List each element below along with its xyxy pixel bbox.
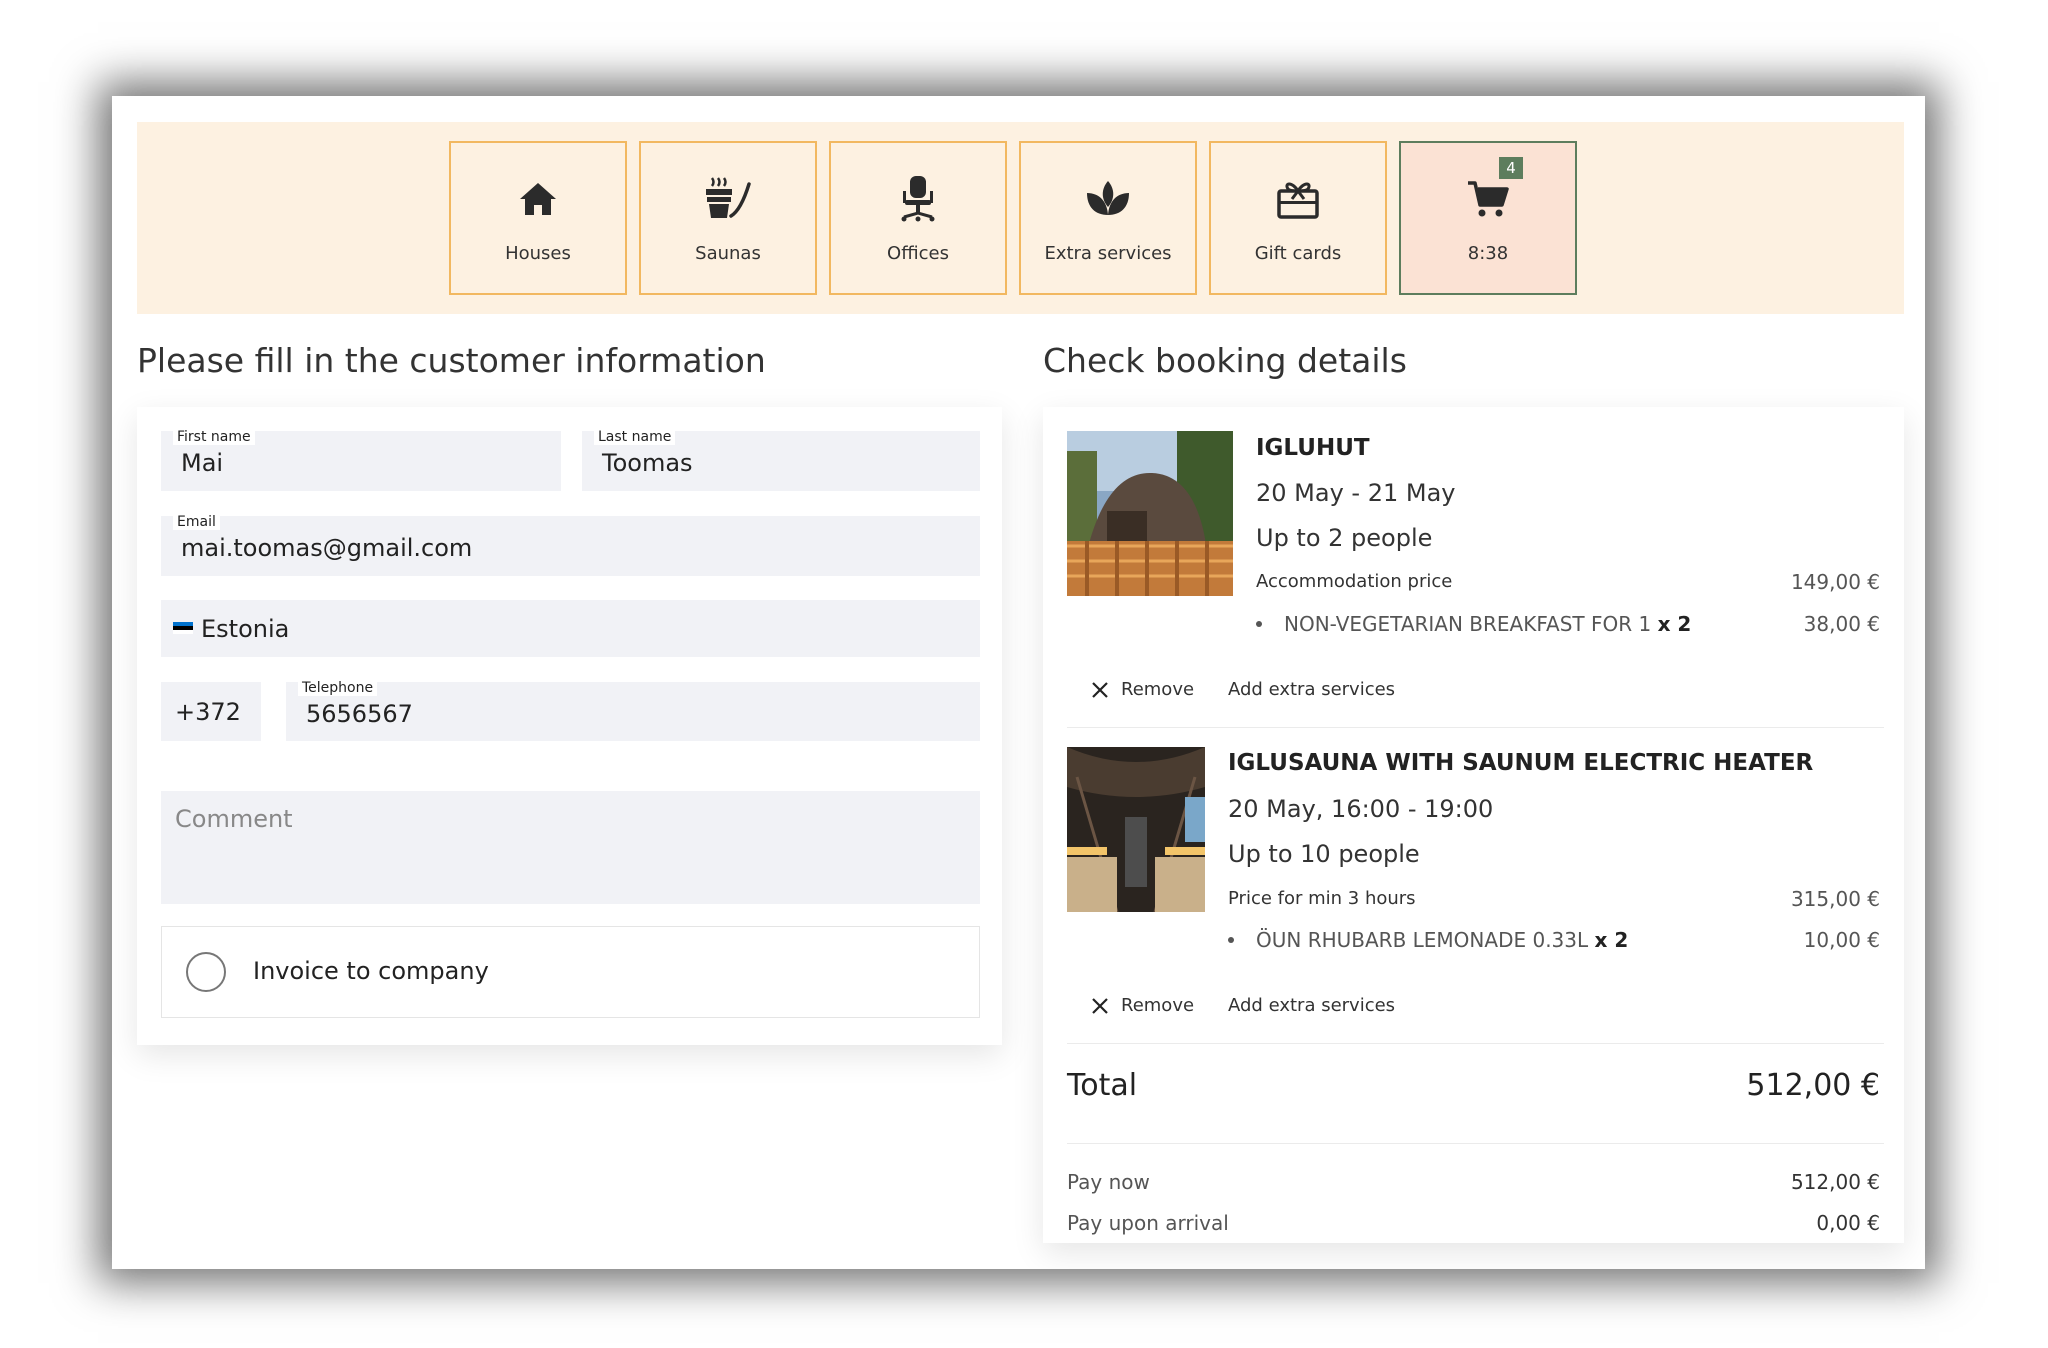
sauna-icon [702,173,754,225]
divider [1067,727,1884,728]
gift-card-icon [1272,173,1324,225]
first-name-value: Mai [181,449,224,477]
booking-summary: IGLUHUT 20 May - 21 May Up to 2 people A… [1043,407,1904,1243]
booking-1-capacity: Up to 2 people [1256,524,1433,552]
lotus-icon [1082,173,1134,225]
booking-1-dates: 20 May - 21 May [1256,479,1456,507]
phone-code-select[interactable]: +372 [161,682,261,741]
booking-1-price-label: Accommodation price [1256,571,1453,592]
email-value: mai.toomas@gmail.com [181,534,473,562]
total-value: 512,00 € [1746,1068,1880,1103]
divider [1067,1043,1884,1044]
email-label: Email [173,514,220,530]
last-name-field[interactable]: Last name Toomas [582,429,980,491]
customer-info-heading: Please fill in the customer information [137,341,766,380]
nav-offices[interactable]: Offices [829,141,1007,295]
estonia-flag-icon [173,621,193,634]
booking-2-extra-price: 10,00 € [1803,928,1880,952]
pay-now-label: Pay now [1067,1170,1150,1194]
booking-details-heading: Check booking details [1043,341,1407,380]
nav-gift-cards[interactable]: Gift cards [1209,141,1387,295]
comment-placeholder: Comment [175,805,293,833]
iglusauna-image [1067,747,1205,912]
close-icon [1092,681,1108,698]
nav-houses-label: Houses [505,242,571,264]
booking-2-capacity: Up to 10 people [1228,840,1420,868]
invoice-radio[interactable] [186,952,226,992]
customer-form: First name Mai Last name Toomas Email ma… [137,407,1002,1045]
category-nav: Houses Saunas Offices Extra services Gif… [137,122,1904,314]
telephone-label: Telephone [298,680,378,696]
booking-1-remove-button[interactable]: Remove [1091,679,1194,700]
pay-now-value: 512,00 € [1790,1170,1880,1194]
total-label: Total [1067,1068,1138,1103]
last-name-value: Toomas [602,449,693,477]
booking-2-extra: ÖUN RHUBARB LEMONADE 0.33L x 2 [1228,928,1628,952]
booking-2-price-label: Price for min 3 hours [1228,888,1416,909]
booking-2-title: IGLUSAUNA WITH SAUNUM ELECTRIC HEATER [1228,750,1814,776]
house-icon [512,173,564,225]
app-window: Houses Saunas Offices Extra services Gif… [112,96,1925,1269]
booking-2-dates: 20 May, 16:00 - 19:00 [1228,795,1494,823]
phone-code-value: +372 [175,697,241,726]
country-value: Estonia [201,614,290,643]
first-name-label: First name [173,429,255,445]
nav-cart[interactable]: 4 8:38 [1399,141,1577,295]
nav-extra-services[interactable]: Extra services [1019,141,1197,295]
cart-timer-label: 8:38 [1467,242,1509,264]
booking-1-add-extra-button[interactable]: Add extra services [1228,679,1395,700]
cart-count-badge: 4 [1499,157,1523,179]
invoice-to-company-option[interactable]: Invoice to company [161,926,980,1018]
nav-offices-label: Offices [887,242,949,264]
booking-1-extra: NON-VEGETARIAN BREAKFAST FOR 1 x 2 [1256,612,1691,636]
nav-saunas[interactable]: Saunas [639,141,817,295]
booking-2-add-extra-button[interactable]: Add extra services [1228,995,1395,1016]
nav-extra-services-label: Extra services [1044,242,1172,264]
telephone-value: 5656567 [306,700,413,728]
booking-1-price: 149,00 € [1790,570,1880,594]
booking-2-price: 315,00 € [1790,887,1880,911]
booking-1-extra-price: 38,00 € [1803,612,1880,636]
telephone-field[interactable]: Telephone 5656567 [286,680,980,741]
email-field[interactable]: Email mai.toomas@gmail.com [161,514,980,576]
divider [1067,1143,1884,1144]
nav-houses[interactable]: Houses [449,141,627,295]
pay-arrival-value: 0,00 € [1816,1211,1880,1235]
close-icon [1092,997,1108,1014]
comment-textarea[interactable]: Comment [161,791,980,904]
booking-1-title: IGLUHUT [1256,435,1370,461]
nav-saunas-label: Saunas [695,242,761,264]
nav-gift-cards-label: Gift cards [1254,242,1342,264]
last-name-label: Last name [594,429,676,445]
igluhut-image [1067,431,1233,596]
pay-arrival-label: Pay upon arrival [1067,1211,1229,1235]
invoice-label: Invoice to company [253,957,489,985]
booking-2-remove-button[interactable]: Remove [1091,995,1194,1016]
office-chair-icon [892,173,944,225]
first-name-field[interactable]: First name Mai [161,429,561,491]
country-select[interactable]: Estonia [161,600,980,657]
cart-icon [1462,173,1514,225]
